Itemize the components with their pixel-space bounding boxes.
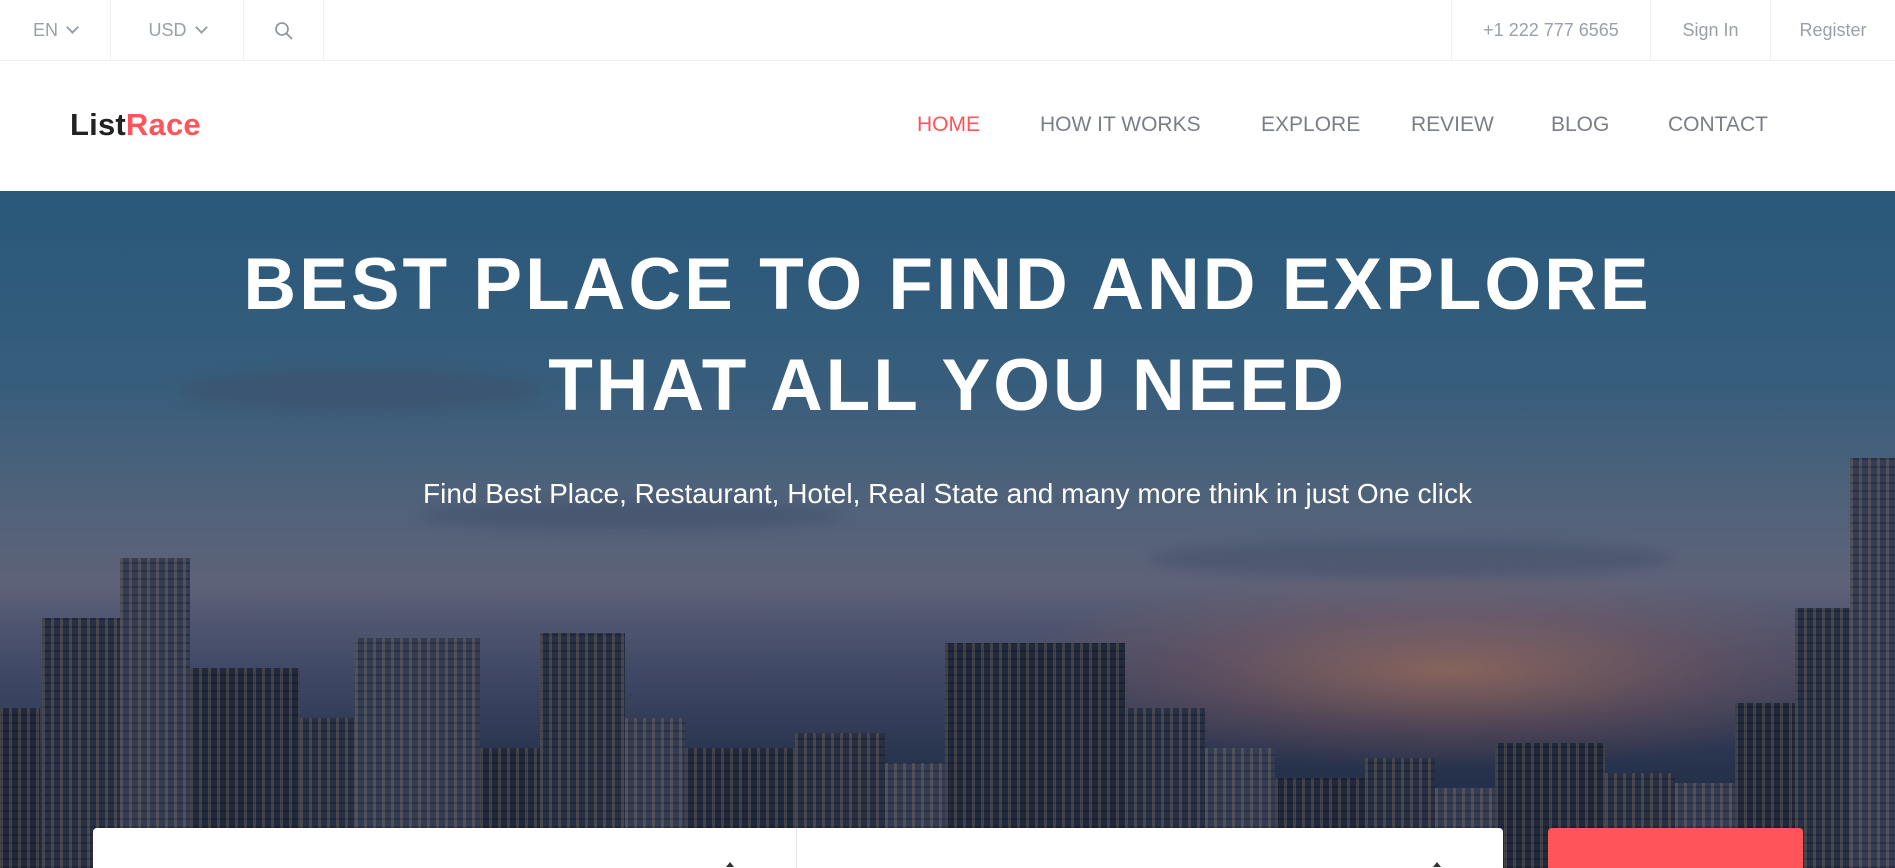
top-utility-bar: EN USD +1 222 777 6565 Sign In Register: [0, 0, 1895, 61]
chevron-up-icon: [726, 862, 734, 867]
site-logo[interactable]: ListRace: [70, 107, 201, 143]
register-link[interactable]: Register: [1770, 0, 1895, 61]
logo-text-primary: List: [70, 107, 126, 142]
currency-value: USD: [148, 20, 187, 40]
hero-title-line-1: BEST PLACE TO FIND AND EXPLORE: [243, 244, 1652, 325]
search-field-right[interactable]: [798, 828, 1503, 868]
nav-item-blog[interactable]: BLOG: [1551, 113, 1609, 137]
sign-in-link[interactable]: Sign In: [1650, 0, 1770, 61]
register-label: Register: [1799, 20, 1867, 40]
search-field-left[interactable]: [93, 828, 797, 868]
nav-item-contact[interactable]: CONTACT: [1668, 113, 1768, 137]
search-button[interactable]: [1548, 828, 1803, 868]
phone-number-link[interactable]: +1 222 777 6565: [1451, 0, 1650, 61]
search-icon: [274, 21, 293, 40]
chevron-down-icon: [66, 21, 79, 34]
logo-text-accent: Race: [125, 107, 201, 142]
nav-item-explore[interactable]: EXPLORE: [1261, 113, 1360, 137]
currency-selector[interactable]: USD: [111, 0, 244, 61]
nav-item-how-it-works[interactable]: HOW IT WORKS: [1040, 113, 1201, 137]
language-selector[interactable]: EN: [0, 0, 111, 61]
chevron-down-icon: [194, 21, 208, 34]
phone-number: +1 222 777 6565: [1483, 20, 1619, 40]
hero-title-line-2: THAT ALL YOU NEED: [548, 345, 1347, 426]
language-value: EN: [32, 20, 58, 40]
hero-subtitle: Find Best Place, Restaurant, Hotel, Real…: [423, 478, 1472, 509]
sign-in-label: Sign In: [1682, 20, 1739, 40]
nav-item-review[interactable]: REVIEW: [1411, 113, 1494, 137]
search-toggle-button[interactable]: [244, 0, 324, 61]
search-panel: [93, 828, 1503, 868]
main-navbar: ListRace HOME HOW IT WORKS EXPLORE REVIE…: [0, 61, 1895, 191]
chevron-up-icon: [1433, 862, 1441, 867]
nav-item-home[interactable]: HOME: [917, 113, 980, 137]
